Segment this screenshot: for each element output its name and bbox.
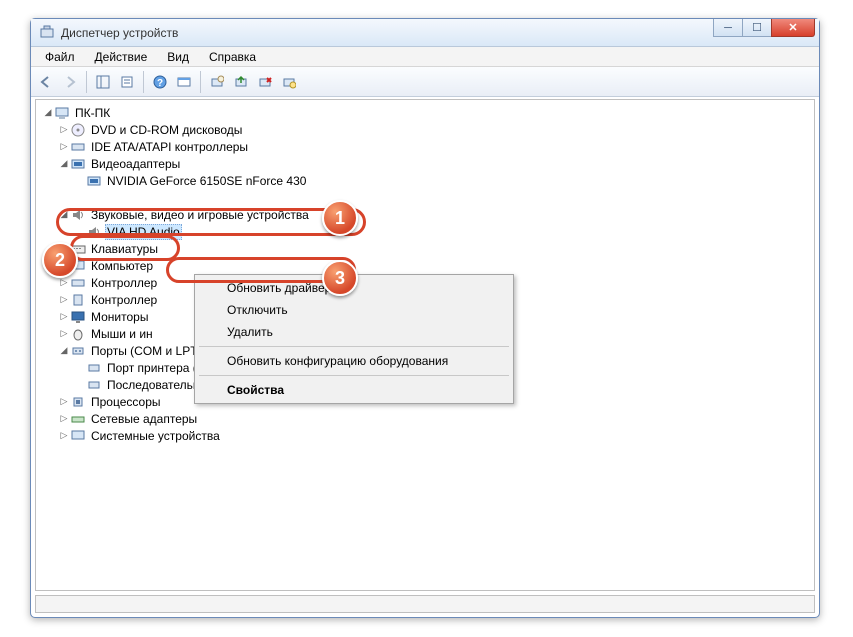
window-buttons: ─ ☐ ✕ xyxy=(714,19,815,37)
tree-node-video-child[interactable]: NVIDIA GeForce 6150SE nForce 430 xyxy=(36,172,814,189)
tree-node-ide[interactable]: ▷ IDE ATA/ATAPI контроллеры xyxy=(36,138,814,155)
expand-icon[interactable]: ▷ xyxy=(58,311,70,322)
menubar: Файл Действие Вид Справка xyxy=(31,47,819,67)
display-adapter-icon xyxy=(86,173,102,189)
menu-help[interactable]: Справка xyxy=(199,48,266,66)
menu-file[interactable]: Файл xyxy=(35,48,85,66)
toolbar-icon[interactable] xyxy=(173,71,195,93)
context-delete[interactable]: Удалить xyxy=(197,321,511,343)
uninstall-button[interactable] xyxy=(254,71,276,93)
app-icon xyxy=(39,25,55,41)
tree-node-keyboards[interactable]: ▷ Клавиатуры xyxy=(36,240,814,257)
disc-icon xyxy=(70,122,86,138)
tree-label: Контроллер xyxy=(89,293,159,307)
tree-label: Системные устройства xyxy=(89,429,222,443)
tree-label: NVIDIA GeForce 6150SE nForce 430 xyxy=(105,174,308,188)
expand-icon[interactable]: ▷ xyxy=(58,260,70,271)
cpu-icon xyxy=(70,394,86,410)
properties-button[interactable] xyxy=(116,71,138,93)
expand-icon[interactable]: ▷ xyxy=(58,430,70,441)
expand-icon[interactable]: ▷ xyxy=(58,243,70,254)
tree-label-selected: VIA HD Audio xyxy=(105,224,182,240)
tree-node-video[interactable]: ◢ Видеоадаптеры xyxy=(36,155,814,172)
expand-icon[interactable]: ▷ xyxy=(58,413,70,424)
context-properties[interactable]: Свойства xyxy=(197,379,511,401)
tree-label: Процессоры xyxy=(89,395,163,409)
usb-icon xyxy=(70,292,86,308)
forward-button[interactable] xyxy=(59,71,81,93)
display-adapter-icon xyxy=(70,156,86,172)
toolbar-separator xyxy=(143,71,144,93)
disable-button[interactable] xyxy=(278,71,300,93)
sound-icon xyxy=(86,224,102,240)
menu-view[interactable]: Вид xyxy=(157,48,199,66)
show-hide-tree-button[interactable] xyxy=(92,71,114,93)
device-manager-window: Диспетчер устройств ─ ☐ ✕ Файл Действие … xyxy=(30,18,820,618)
tree-label: Мониторы xyxy=(89,310,150,324)
keyboard-icon xyxy=(70,241,86,257)
context-disable[interactable]: Отключить xyxy=(197,299,511,321)
tree-node-network[interactable]: ▷ Сетевые адаптеры xyxy=(36,410,814,427)
tree-label: Компьютер xyxy=(89,259,155,273)
port-icon xyxy=(86,377,102,393)
collapse-icon[interactable]: ◢ xyxy=(58,209,70,220)
computer-icon xyxy=(54,105,70,121)
help-button[interactable]: ? xyxy=(149,71,171,93)
scan-hardware-button[interactable] xyxy=(206,71,228,93)
expand-icon[interactable]: ▷ xyxy=(58,328,70,339)
tree-label: Видеоадаптеры xyxy=(89,157,182,171)
back-button[interactable] xyxy=(35,71,57,93)
collapse-icon[interactable]: ◢ xyxy=(42,107,54,118)
port-icon xyxy=(70,343,86,359)
context-separator xyxy=(199,346,509,347)
network-icon xyxy=(70,411,86,427)
window-title: Диспетчер устройств xyxy=(61,26,178,40)
expand-icon[interactable]: ▷ xyxy=(58,294,70,305)
context-scan-hardware[interactable]: Обновить конфигурацию оборудования xyxy=(197,350,511,372)
menu-action[interactable]: Действие xyxy=(85,48,158,66)
tree-label: Сетевые адаптеры xyxy=(89,412,199,426)
tree-label: Мыши и ин xyxy=(89,327,155,341)
expand-icon[interactable]: ▷ xyxy=(58,396,70,407)
update-driver-button[interactable] xyxy=(230,71,252,93)
context-update-drivers[interactable]: Обновить драйверы... xyxy=(197,277,511,299)
tree-label: DVD и CD-ROM дисководы xyxy=(89,123,244,137)
toolbar-separator xyxy=(200,71,201,93)
tree-label: Контроллер xyxy=(89,276,159,290)
expand-icon[interactable]: ▷ xyxy=(58,124,70,135)
context-separator xyxy=(199,375,509,376)
tree-label: Клавиатуры xyxy=(89,242,160,256)
titlebar: Диспетчер устройств ─ ☐ ✕ xyxy=(31,19,819,47)
context-menu: Обновить драйверы... Отключить Удалить О… xyxy=(194,274,514,404)
toolbar: ? xyxy=(31,67,819,97)
port-icon xyxy=(86,360,102,376)
tree-node-dvd[interactable]: ▷ DVD и CD-ROM дисководы xyxy=(36,121,814,138)
tree-label: IDE ATA/ATAPI контроллеры xyxy=(89,140,250,154)
mouse-icon xyxy=(70,326,86,342)
expand-icon[interactable]: ▷ xyxy=(58,277,70,288)
collapse-icon[interactable]: ◢ xyxy=(58,345,70,356)
tree-node-sound-child[interactable]: VIA HD Audio xyxy=(36,223,814,240)
tree-label: ПК-ПК xyxy=(73,106,112,120)
computer-icon xyxy=(70,258,86,274)
close-button[interactable]: ✕ xyxy=(771,19,815,37)
toolbar-separator xyxy=(86,71,87,93)
tree-node-sound[interactable]: ◢ Звуковые, видео и игровые устройства xyxy=(36,206,814,223)
maximize-button[interactable]: ☐ xyxy=(742,19,772,37)
expand-icon[interactable]: ▷ xyxy=(58,141,70,152)
system-icon xyxy=(70,428,86,444)
tree-label: Порты (COM и LPT) xyxy=(89,344,204,358)
collapse-icon[interactable]: ◢ xyxy=(58,158,70,169)
controller-icon xyxy=(70,139,86,155)
tree-node-system[interactable]: ▷ Системные устройства xyxy=(36,427,814,444)
tree-root[interactable]: ◢ ПК-ПК xyxy=(36,104,814,121)
minimize-button[interactable]: ─ xyxy=(713,19,743,37)
controller-icon xyxy=(70,275,86,291)
monitor-icon xyxy=(70,309,86,325)
tree-label: Звуковые, видео и игровые устройства xyxy=(89,208,311,222)
statusbar xyxy=(35,595,815,613)
sound-icon xyxy=(70,207,86,223)
tree-node-computer[interactable]: ▷ Компьютер xyxy=(36,257,814,274)
svg-text:?: ? xyxy=(157,78,163,89)
